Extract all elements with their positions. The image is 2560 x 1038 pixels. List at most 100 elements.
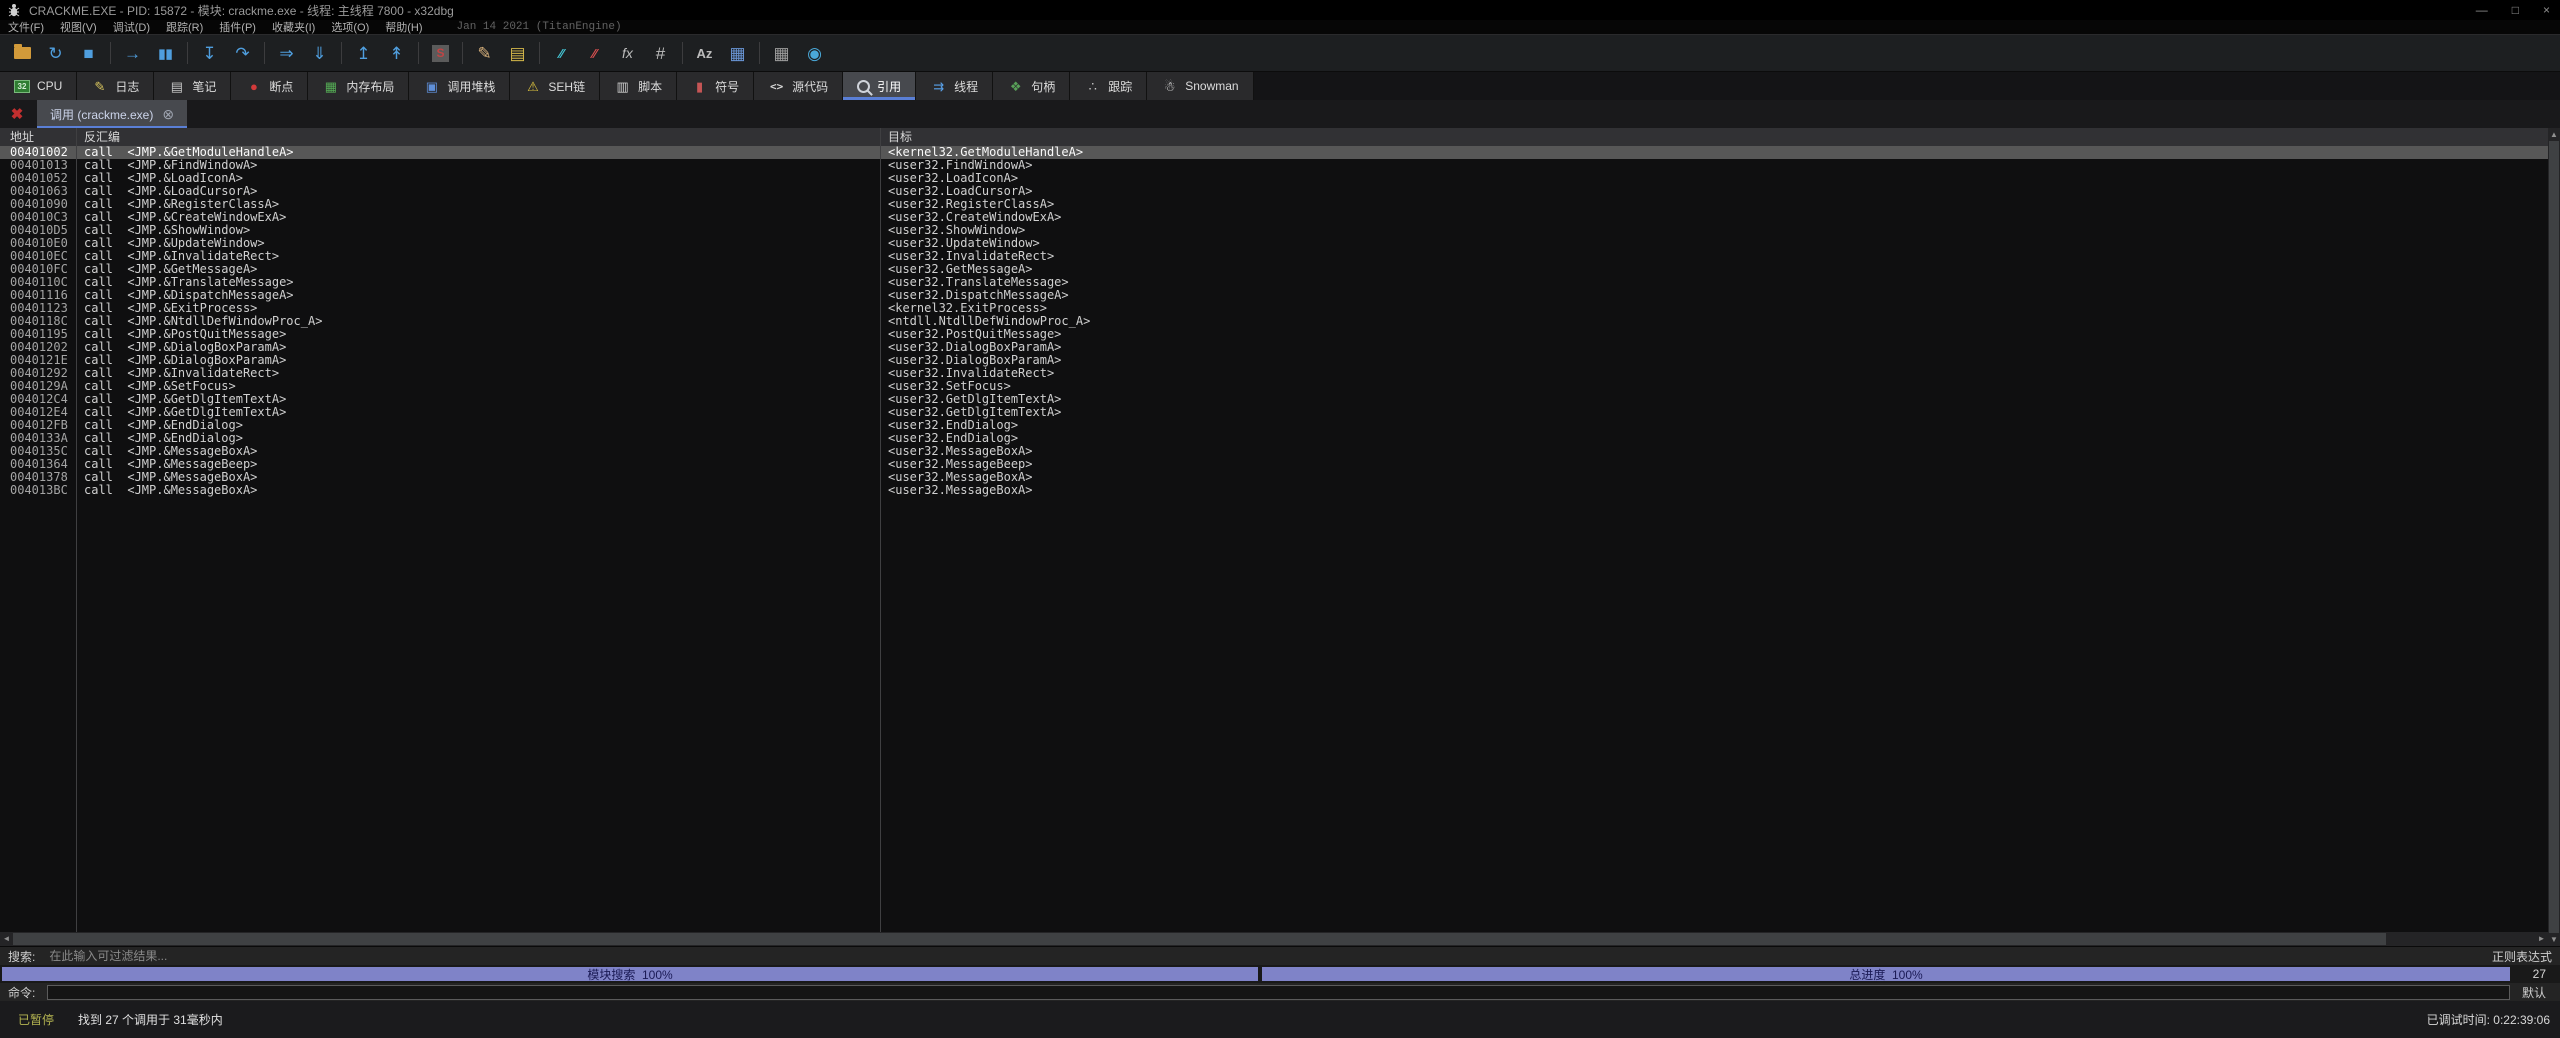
search-input[interactable]: [47, 948, 2480, 964]
comment-icon[interactable]: ▤: [504, 41, 531, 65]
table-row[interactable]: 004010D5 call <JMP.&ShowWindow> <user32.Sh…: [0, 224, 2548, 237]
tab-breakpoints[interactable]: ● 断点: [231, 72, 309, 100]
patch-icon[interactable]: ✎: [471, 41, 498, 65]
tab-log[interactable]: ✎ 日志: [77, 72, 155, 100]
table-row[interactable]: 00401378 call <JMP.&MessageBoxA> <user32.M…: [0, 471, 2548, 484]
tab-script[interactable]: ▥ 脚本: [600, 72, 678, 100]
menu-favourites[interactable]: 收藏夹(I): [264, 19, 323, 35]
report-icon[interactable]: ▦: [768, 41, 795, 65]
step-over-icon[interactable]: ↷: [229, 41, 256, 65]
menu-help[interactable]: 帮助(H): [377, 19, 430, 35]
column-header-disassembly[interactable]: 反汇编: [84, 128, 120, 146]
table-row[interactable]: 004010EC call <JMP.&InvalidateRect> <user3…: [0, 250, 2548, 263]
close-button[interactable]: ×: [2543, 3, 2550, 17]
tab-label: 日志: [115, 79, 140, 94]
command-bar: 命令: 默认: [0, 983, 2560, 1001]
tab-label: Snowman: [1185, 79, 1239, 93]
command-input[interactable]: [47, 984, 2510, 1000]
step-into-trace-icon[interactable]: ⇓: [306, 41, 333, 65]
tab-threads[interactable]: ⇉ 线程: [916, 72, 994, 100]
run-icon[interactable]: →: [119, 41, 146, 65]
tab-snowman[interactable]: ☃ Snowman: [1147, 72, 1254, 100]
run-until-return-icon[interactable]: ↥: [350, 41, 377, 65]
execute-till-return-icon[interactable]: ↟: [383, 41, 410, 65]
table-row[interactable]: 0040129A call <JMP.&SetFocus> <user32.SetF…: [0, 380, 2548, 393]
table-row[interactable]: 00401292 call <JMP.&InvalidateRect> <user3…: [0, 367, 2548, 380]
table-row[interactable]: 004010FC call <JMP.&GetMessageA> <user32.G…: [0, 263, 2548, 276]
table-row[interactable]: 00401116 call <JMP.&DispatchMessageA> <use…: [0, 289, 2548, 302]
table-row[interactable]: 004010E0 call <JMP.&UpdateWindow> <user32.…: [0, 237, 2548, 250]
table-row[interactable]: 0040135C call <JMP.&MessageBoxA> <user32.M…: [0, 445, 2548, 458]
open-file-icon[interactable]: [9, 41, 36, 65]
symbols-icon: ▮: [696, 78, 704, 94]
horizontal-scrollbar[interactable]: ◄ ►: [0, 932, 2548, 946]
menu-trace[interactable]: 跟踪(R): [158, 19, 211, 35]
debug-state-badge: 已暂停: [18, 1013, 55, 1027]
table-row[interactable]: 00401002 call <JMP.&GetModuleHandleA> <ker…: [0, 146, 2548, 159]
tab-cpu[interactable]: 32 CPU: [0, 72, 78, 100]
table-row[interactable]: 004012FB call <JMP.&EndDialog> <user32.End…: [0, 419, 2548, 432]
vertical-scrollbar-thumb[interactable]: [2549, 141, 2559, 933]
table-row[interactable]: 004010C3 call <JMP.&CreateWindowExA> <user…: [0, 211, 2548, 224]
tab-handles[interactable]: ❖ 句柄: [993, 72, 1071, 100]
tab-trace[interactable]: ∴ 跟踪: [1070, 72, 1148, 100]
tab-symbols[interactable]: ▮ 符号: [677, 72, 755, 100]
regex-option[interactable]: 正则表达式: [2492, 948, 2552, 965]
table-row[interactable]: 004013BC call <JMP.&MessageBoxA> <user32.M…: [0, 484, 2548, 497]
scroll-left-icon[interactable]: ◄: [0, 932, 13, 946]
functions-icon[interactable]: fx: [614, 41, 641, 65]
tab-notes[interactable]: ▤ 笔记: [154, 72, 232, 100]
menu-plugins[interactable]: 插件(P): [211, 19, 264, 35]
table-row[interactable]: 00401013 call <JMP.&FindWindowA> <user32.F…: [0, 159, 2548, 172]
table-row[interactable]: 0040118C call <JMP.&NtdllDefWindowProc_A>…: [0, 315, 2548, 328]
table-row[interactable]: 00401202 call <JMP.&DialogBoxParamA> <user…: [0, 341, 2548, 354]
horizontal-scrollbar-thumb[interactable]: [13, 933, 2386, 945]
table-row[interactable]: 00401052 call <JMP.&LoadIconA> <user32.Loa…: [0, 172, 2548, 185]
profile-dropdown[interactable]: 默认: [2522, 984, 2546, 1001]
status-message: 找到 27 个调用于 31毫秒内: [78, 1013, 223, 1027]
tab-call-stack[interactable]: ▣ 调用堆栈: [409, 72, 511, 100]
table-row[interactable]: 00401063 call <JMP.&LoadCursorA> <user32.L…: [0, 185, 2548, 198]
scroll-down-icon[interactable]: ▼: [2548, 933, 2560, 946]
seh-chain-icon[interactable]: S: [427, 41, 454, 65]
table-row[interactable]: 004012C4 call <JMP.&GetDlgItemTextA> <user…: [0, 393, 2548, 406]
table-row[interactable]: 0040121E call <JMP.&DialogBoxParamA> <user…: [0, 354, 2548, 367]
tab-source[interactable]: <> 源代码: [754, 72, 844, 100]
table-row[interactable]: 0040133A call <JMP.&EndDialog> <user32.End…: [0, 432, 2548, 445]
vertical-scrollbar[interactable]: ▲ ▼: [2548, 128, 2560, 946]
menu-view[interactable]: 视图(V): [52, 19, 105, 35]
column-header-address[interactable]: 地址: [10, 128, 34, 146]
table-row[interactable]: 0040110C call <JMP.&TranslateMessage> <use…: [0, 276, 2548, 289]
table-row[interactable]: 00401123 call <JMP.&ExitProcess> <kernel32…: [0, 302, 2548, 315]
calculator-icon[interactable]: ▦: [724, 41, 751, 65]
trace-coverage-icon[interactable]: ∕∕: [548, 41, 575, 65]
hash-icon[interactable]: #: [647, 41, 674, 65]
table-row[interactable]: 004012E4 call <JMP.&GetDlgItemTextA> <user…: [0, 406, 2548, 419]
tab-memory-map[interactable]: ▦ 内存布局: [308, 72, 410, 100]
internet-icon[interactable]: ◉: [801, 41, 828, 65]
menu-file[interactable]: 文件(F): [0, 19, 52, 35]
maximize-button[interactable]: □: [2512, 3, 2519, 17]
subtab-close-icon[interactable]: ⊗: [162, 106, 174, 123]
tab-references[interactable]: 引用: [843, 72, 917, 100]
table-row[interactable]: 00401090 call <JMP.&RegisterClassA> <user3…: [0, 198, 2548, 211]
module-search-progressbar: 模块搜索 100%: [2, 967, 1258, 982]
table-row[interactable]: 00401195 call <JMP.&PostQuitMessage> <user…: [0, 328, 2548, 341]
scroll-right-icon[interactable]: ►: [2535, 932, 2548, 946]
font-icon[interactable]: Az: [691, 41, 718, 65]
restart-icon[interactable]: ↻: [42, 41, 69, 65]
close-all-references-button[interactable]: ✖: [3, 100, 31, 128]
column-header-target[interactable]: 目标: [888, 128, 912, 146]
table-row[interactable]: 00401364 call <JMP.&MessageBeep> <user32.M…: [0, 458, 2548, 471]
menu-options[interactable]: 选项(O): [323, 19, 377, 35]
stop-icon[interactable]: ■: [75, 41, 102, 65]
scroll-up-icon[interactable]: ▲: [2548, 128, 2560, 141]
step-into-icon[interactable]: ↧: [196, 41, 223, 65]
highlight-icon[interactable]: ∕∕: [581, 41, 608, 65]
tab-seh[interactable]: ⚠ SEH链: [510, 72, 601, 100]
menu-debug[interactable]: 调试(D): [105, 19, 158, 35]
pause-icon[interactable]: ▮▮: [152, 41, 179, 65]
subtab-calls-crackme[interactable]: 调用 (crackme.exe) ⊗: [37, 100, 188, 128]
minimize-button[interactable]: —: [2476, 3, 2488, 17]
run-to-user-code-icon[interactable]: ⇒: [273, 41, 300, 65]
